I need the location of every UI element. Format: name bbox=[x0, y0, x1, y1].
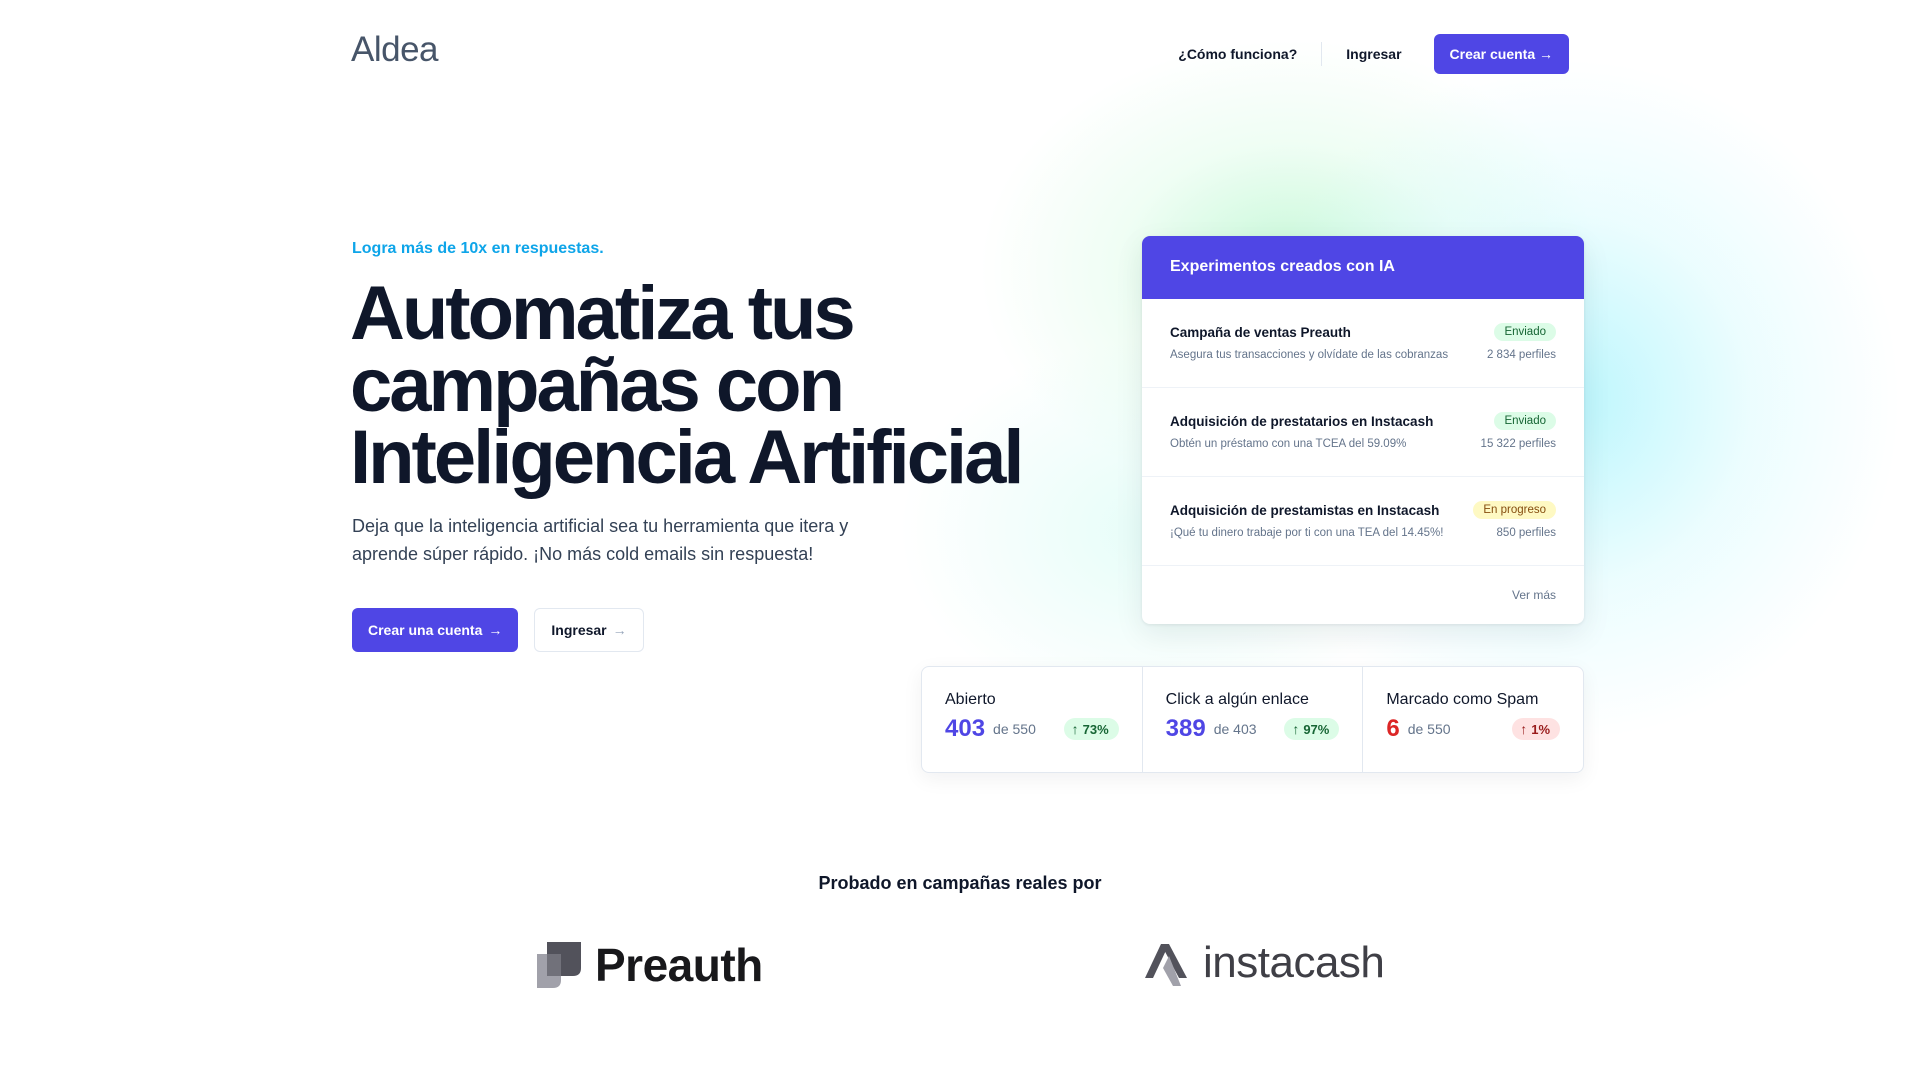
arrow-right-icon: → bbox=[612, 622, 627, 638]
experiment-description: Asegura tus transacciones y olvídate de … bbox=[1170, 349, 1449, 361]
login-label: Ingresar bbox=[551, 622, 607, 638]
preauth-logo-icon bbox=[537, 942, 581, 988]
create-account-button[interactable]: Crear una cuenta → bbox=[352, 608, 519, 652]
stat-change: 1% bbox=[1531, 721, 1551, 737]
preauth-logo: Preauth bbox=[535, 938, 763, 992]
stat-total: de 403 bbox=[1213, 721, 1257, 737]
status-badge: Enviado bbox=[1494, 412, 1556, 430]
headline-line-1: Automatiza tus bbox=[350, 271, 856, 356]
experiments-title: Experimentos creados con IA bbox=[1142, 236, 1584, 299]
stat-label: Abierto bbox=[945, 691, 996, 708]
nav-signup-button[interactable]: Crear cuenta → bbox=[1433, 34, 1569, 74]
arrow-up-icon: ↑ bbox=[1520, 721, 1528, 737]
stat-change-pill: ↑ 97% bbox=[1284, 718, 1340, 740]
stat-change: 73% bbox=[1082, 721, 1109, 737]
nav-divider bbox=[1321, 42, 1323, 66]
arrow-up-icon: ↑ bbox=[1292, 721, 1300, 737]
experiment-description: ¡Qué tu dinero trabaje por ti con una TE… bbox=[1170, 527, 1444, 539]
instacash-logo-icon bbox=[1145, 944, 1187, 986]
experiment-row[interactable]: Adquisición de prestatarios en Instacash… bbox=[1142, 388, 1584, 477]
stat-value: 403 bbox=[945, 715, 986, 742]
stat-opened: Abierto 403 de 550 ↑ 73% bbox=[922, 667, 1143, 772]
hero-tagline: Logra más de 10x en respuestas. bbox=[352, 240, 604, 257]
see-more-link[interactable]: Ver más bbox=[1142, 566, 1584, 602]
headline-line-2: campañas con bbox=[350, 343, 845, 428]
experiment-description: Obtén un préstamo con una TCEA del 59.09… bbox=[1170, 438, 1407, 450]
instacash-logo: instacash bbox=[1141, 938, 1385, 988]
login-button[interactable]: Ingresar → bbox=[534, 608, 644, 652]
arrow-up-icon: ↑ bbox=[1071, 721, 1079, 737]
experiment-name: Adquisición de prestatarios en Instacash bbox=[1170, 413, 1434, 429]
experiment-name: Adquisición de prestamistas en Instacash bbox=[1170, 502, 1440, 518]
stat-label: Marcado como Spam bbox=[1386, 691, 1539, 708]
stat-clicked: Click a algún enlace 389 de 403 ↑ 97% bbox=[1143, 667, 1364, 772]
stat-change: 97% bbox=[1303, 721, 1330, 737]
subline-line-1: Deja que la inteligencia artificial sea … bbox=[352, 516, 849, 536]
hero-subline: Deja que la inteligencia artificial sea … bbox=[352, 512, 892, 568]
hero-headline: Automatiza tus campañas con Inteligencia… bbox=[350, 271, 1030, 500]
hero-actions: Crear una cuenta → Ingresar → bbox=[352, 608, 644, 652]
headline-line-3: Inteligencia Artificial bbox=[350, 415, 1024, 500]
stat-total: de 550 bbox=[993, 721, 1036, 737]
stat-value: 6 bbox=[1386, 715, 1400, 742]
nav-login[interactable]: Ingresar bbox=[1330, 46, 1417, 62]
stat-spam: Marcado como Spam 6 de 550 ↑ 1% bbox=[1363, 667, 1583, 772]
instacash-logo-text: instacash bbox=[1203, 938, 1385, 987]
status-badge: En progreso bbox=[1473, 501, 1556, 519]
preauth-logo-text: Preauth bbox=[595, 939, 763, 991]
top-nav: ¿Cómo funciona? Ingresar Crear cuenta → bbox=[1162, 34, 1569, 74]
experiment-profiles: 850 perfiles bbox=[1496, 527, 1556, 539]
nav-how-it-works[interactable]: ¿Cómo funciona? bbox=[1162, 46, 1313, 62]
experiment-profiles: 2 834 perfiles bbox=[1486, 349, 1556, 361]
proof-title: Probado en campañas reales por bbox=[818, 873, 1102, 893]
stat-change-pill: ↑ 73% bbox=[1063, 718, 1119, 740]
stat-change-pill: ↑ 1% bbox=[1512, 718, 1561, 740]
arrow-right-icon: → bbox=[488, 622, 503, 638]
experiment-row[interactable]: Adquisición de prestamistas en Instacash… bbox=[1142, 477, 1584, 566]
stat-label: Click a algún enlace bbox=[1165, 691, 1309, 708]
experiment-profiles: 15 322 perfiles bbox=[1480, 438, 1556, 450]
create-account-label: Crear una cuenta bbox=[368, 622, 483, 638]
experiments-card: Experimentos creados con IA Campaña de v… bbox=[1142, 236, 1584, 624]
stat-value: 389 bbox=[1165, 715, 1206, 742]
experiment-row[interactable]: Campaña de ventas Preauth Enviado Asegur… bbox=[1142, 299, 1584, 388]
experiment-name: Campaña de ventas Preauth bbox=[1170, 324, 1351, 340]
stat-total: de 550 bbox=[1407, 721, 1451, 737]
brand-logo[interactable]: Aldea bbox=[351, 30, 439, 70]
subline-line-2: aprende súper rápido. ¡No más cold email… bbox=[352, 544, 814, 564]
status-badge: Enviado bbox=[1494, 323, 1556, 341]
stats-panel: Abierto 403 de 550 ↑ 73% Click a algún e… bbox=[921, 666, 1584, 773]
